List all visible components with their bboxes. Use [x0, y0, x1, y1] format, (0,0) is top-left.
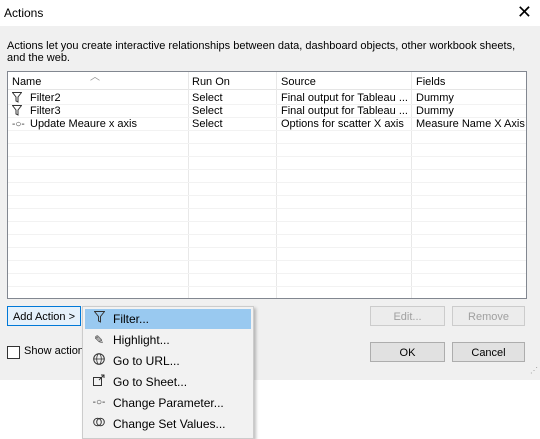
- filter-icon: [91, 309, 107, 329]
- ok-button[interactable]: OK: [370, 342, 445, 362]
- title-bar: Actions ✕: [0, 0, 540, 26]
- actions-table[interactable]: ︿ Name Run On Source Fields Filter2 Sele…: [7, 71, 527, 299]
- parameter-icon: -○-: [92, 397, 106, 408]
- table-row[interactable]: -○- Update Meaure x axis Select Options …: [8, 118, 526, 131]
- column-header-fields[interactable]: Fields: [416, 76, 445, 88]
- row-name: Filter3: [30, 105, 61, 117]
- table-gridline: [8, 260, 526, 261]
- table-gridline: [8, 247, 526, 248]
- actions-dialog: Actions ✕ Actions let you create interac…: [0, 0, 540, 380]
- highlight-icon: ✎: [93, 333, 105, 347]
- menu-item-go-to-sheet[interactable]: Go to Sheet...: [85, 372, 251, 392]
- menu-item-filter[interactable]: Filter...: [85, 309, 251, 329]
- row-source: Options for scatter X axis: [281, 118, 404, 130]
- menu-item-label: Filter...: [113, 312, 150, 326]
- row-name: Filter2: [30, 92, 61, 104]
- cancel-button[interactable]: Cancel: [452, 342, 525, 362]
- show-action-label: Show action: [24, 345, 84, 357]
- globe-icon: [91, 351, 107, 371]
- table-header: ︿ Name Run On Source Fields: [8, 72, 526, 90]
- menu-item-change-set-values[interactable]: Change Set Values...: [85, 414, 251, 434]
- menu-item-change-parameter[interactable]: -○- Change Parameter...: [85, 393, 251, 413]
- menu-item-label: Highlight...: [113, 333, 170, 347]
- table-gridline: [8, 221, 526, 222]
- add-action-button[interactable]: Add Action >: [7, 306, 81, 326]
- resize-grip-icon[interactable]: ⋰: [530, 366, 538, 375]
- row-run-on: Select: [192, 105, 223, 117]
- remove-button[interactable]: Remove: [452, 306, 525, 326]
- sort-caret-icon[interactable]: ︿: [90, 72, 100, 83]
- set-values-icon: [91, 414, 107, 434]
- table-gridline: [8, 208, 526, 209]
- row-source: Final output for Tableau ...: [281, 105, 408, 117]
- menu-item-go-to-url[interactable]: Go to URL...: [85, 351, 251, 371]
- table-gridline: [8, 169, 526, 170]
- description-text: Actions let you create interactive relat…: [7, 40, 516, 64]
- menu-item-label: Go to Sheet...: [113, 375, 188, 389]
- column-header-source[interactable]: Source: [281, 76, 316, 88]
- table-gridline: [8, 182, 526, 183]
- row-name: Update Meaure x axis: [30, 118, 137, 130]
- column-header-run-on[interactable]: Run On: [192, 76, 230, 88]
- window-title: Actions: [4, 6, 44, 20]
- table-row[interactable]: Filter3 Select Final output for Tableau …: [8, 105, 526, 118]
- table-row[interactable]: Filter2 Select Final output for Tableau …: [8, 92, 526, 105]
- table-gridline: [8, 286, 526, 287]
- menu-item-label: Change Parameter...: [113, 396, 224, 410]
- edit-button[interactable]: Edit...: [370, 306, 445, 326]
- add-action-menu: Filter... ✎ Highlight... Go to URL... Go…: [82, 306, 254, 439]
- table-gridline: [8, 195, 526, 196]
- go-to-sheet-icon: [91, 372, 107, 392]
- column-header-name[interactable]: Name: [12, 76, 41, 88]
- table-gridline: [8, 234, 526, 235]
- menu-item-label: Change Set Values...: [113, 417, 226, 431]
- table-gridline: [8, 156, 526, 157]
- menu-item-label: Go to URL...: [113, 354, 180, 368]
- table-gridline: [8, 273, 526, 274]
- row-source: Final output for Tableau ...: [281, 92, 408, 104]
- row-fields: Dummy: [416, 92, 454, 104]
- show-action-checkbox[interactable]: [7, 346, 20, 359]
- row-fields: Dummy: [416, 105, 454, 117]
- parameter-icon: -○-: [12, 119, 25, 130]
- table-gridline: [8, 143, 526, 144]
- menu-item-highlight[interactable]: ✎ Highlight...: [85, 330, 251, 350]
- row-run-on: Select: [192, 118, 223, 130]
- row-fields: Measure Name X Axis: [416, 118, 525, 130]
- close-icon[interactable]: ✕: [517, 2, 532, 22]
- row-run-on: Select: [192, 92, 223, 104]
